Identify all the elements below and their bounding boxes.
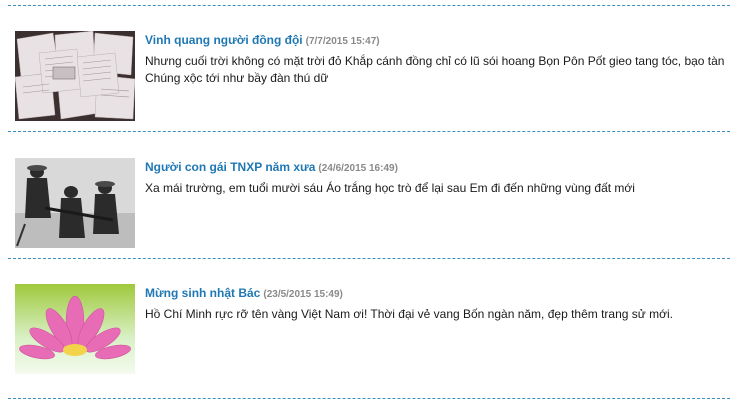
article-date: (7/7/2015 15:47) xyxy=(305,36,380,47)
lotus-flower-photo-icon[interactable] xyxy=(15,284,135,374)
article-item: Vinh quang người đồng đội (7/7/2015 15:47… xyxy=(0,31,752,143)
separator-bottom xyxy=(8,398,730,399)
article-summary: Hồ Chí Minh rực rỡ tên vàng Việt Nam ơi!… xyxy=(145,306,752,323)
lotus-flower-photo-graphic xyxy=(15,284,135,374)
summary-line: Chúng xộc tới như bầy đàn thú dữ xyxy=(145,71,329,85)
article-item: Người con gái TNXP năm xưa (24/6/2015 16:… xyxy=(0,158,752,270)
letters-photo-graphic xyxy=(15,31,135,121)
article-text: Vinh quang người đồng đội (7/7/2015 15:47… xyxy=(145,32,752,87)
youth-volunteers-photo-icon[interactable] xyxy=(15,158,135,248)
article-text: Người con gái TNXP năm xưa (24/6/2015 16:… xyxy=(145,159,752,197)
article-date: (24/6/2015 16:49) xyxy=(318,163,398,174)
separator xyxy=(8,131,730,132)
youth-volunteers-photo-graphic xyxy=(15,158,135,248)
article-summary: Xa mái trường, em tuổi mười sáu Áo trắng… xyxy=(145,180,752,197)
article-title-link[interactable]: Vinh quang người đồng đội xyxy=(145,33,303,47)
article-text: Mừng sinh nhật Bác (23/5/2015 15:49) Hồ C… xyxy=(145,285,752,323)
letters-photo-icon[interactable] xyxy=(15,31,135,121)
article-date: (23/5/2015 15:49) xyxy=(263,289,343,300)
summary-line: Hồ Chí Minh rực rỡ tên vàng Việt Nam ơi!… xyxy=(145,307,674,321)
summary-line: Nhưng cuối trời không có mặt trời đỏ Khắ… xyxy=(145,54,725,68)
separator-top xyxy=(8,5,730,6)
article-title-link[interactable]: Mừng sinh nhật Bác xyxy=(145,286,260,300)
separator xyxy=(8,258,730,259)
article-title-link[interactable]: Người con gái TNXP năm xưa xyxy=(145,160,315,174)
summary-line: Xa mái trường, em tuổi mười sáu Áo trắng… xyxy=(145,181,635,195)
article-item: Mừng sinh nhật Bác (23/5/2015 15:49) Hồ C… xyxy=(0,284,752,396)
article-summary: Nhưng cuối trời không có mặt trời đỏ Khắ… xyxy=(145,53,752,87)
